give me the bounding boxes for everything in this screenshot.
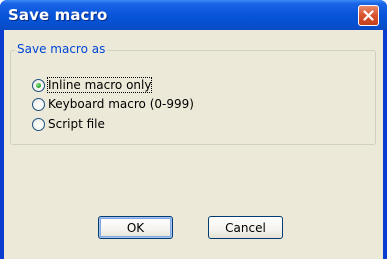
dialog-title: Save macro	[8, 6, 108, 24]
dialog-body: Save macro as Inline macro only Keyboard…	[4, 30, 383, 259]
radio-button-icon[interactable]	[32, 117, 45, 131]
close-button[interactable]	[358, 5, 379, 26]
radio-label-inline-macro: Inline macro only	[46, 77, 153, 93]
ok-button[interactable]: OK	[98, 216, 173, 239]
title-bar[interactable]: Save macro	[0, 0, 387, 30]
close-icon	[363, 10, 374, 21]
radio-label-keyboard-macro: Keyboard macro (0-999)	[48, 97, 194, 111]
radio-keyboard-macro[interactable]: Keyboard macro (0-999)	[32, 95, 194, 113]
radio-button-icon[interactable]	[32, 97, 45, 111]
group-label: Save macro as	[15, 42, 108, 56]
radio-script-file[interactable]: Script file	[32, 115, 105, 133]
cancel-button[interactable]: Cancel	[208, 216, 283, 239]
save-macro-dialog: Save macro Save macro as Inline macro on…	[0, 0, 387, 259]
radio-inline-macro[interactable]: Inline macro only	[32, 76, 153, 94]
radio-button-selected-icon[interactable]	[32, 78, 45, 92]
radio-label-script-file: Script file	[48, 117, 105, 131]
